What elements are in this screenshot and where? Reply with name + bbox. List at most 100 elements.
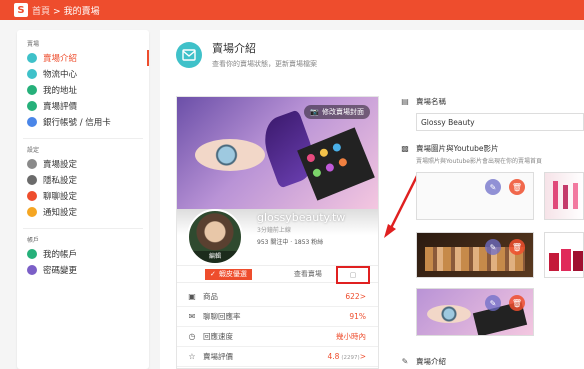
shop-intro-label: ✎ 賣場介紹 <box>400 356 446 367</box>
sidebar-item-privacy[interactable]: 隱私設定 <box>17 172 149 188</box>
top-bar: S 首頁 > 我的賣場 <box>0 0 584 20</box>
sidebar-divider <box>23 138 143 139</box>
sidebar-item-label: 聊聊設定 <box>43 192 78 202</box>
stat-value: 622> <box>345 292 366 301</box>
sidebar-item-address[interactable]: 我的地址 <box>17 82 149 98</box>
avatar[interactable]: 編輯 <box>187 209 243 265</box>
breadcrumb-current: 我的賣場 <box>63 6 100 17</box>
chevron-right-icon: > <box>359 292 366 301</box>
store-icon: ▤ <box>401 97 409 106</box>
avatar-edit-label[interactable]: 編輯 <box>189 251 241 263</box>
camera-icon: 📷 <box>310 108 319 116</box>
chat-icon <box>27 191 37 201</box>
shop-media-description: 賣場照片與Youtube影片會出現在你的賣場首頁 <box>416 158 542 165</box>
cover-eye-graphic <box>195 139 265 171</box>
sidebar-item-label: 賣場評價 <box>43 102 78 112</box>
stat-label: 賣場評價 <box>203 352 233 361</box>
sidebar-item-label: 通知設定 <box>43 208 78 218</box>
clock-icon: ◷ <box>188 332 196 341</box>
page-subtitle: 查看你的賣場狀態，更新賣場檔案 <box>212 60 317 68</box>
sidebar-item-bank[interactable]: 銀行帳號 / 信用卡 <box>17 114 149 130</box>
stat-number: 4.8 <box>327 352 340 361</box>
star-icon <box>27 101 37 111</box>
stat-row-response-speed: ◷ 回應速度 幾小時內 <box>177 327 378 347</box>
shop-intro-icon <box>176 41 202 68</box>
bell-icon <box>27 207 37 217</box>
media-thumbnail-lipstick-row[interactable] <box>544 232 584 278</box>
shop-followers: 953 關注中 · 1853 粉絲 <box>257 239 324 246</box>
view-shop-link[interactable]: 查看賣場 <box>294 269 322 279</box>
sidebar-item-shop-intro[interactable]: 賣場介紹 <box>17 50 149 66</box>
edit-media-button[interactable]: ✎ <box>485 179 501 195</box>
sidebar-group-account: 帳戶 <box>27 237 40 244</box>
media-thumbnail-palette[interactable]: ✎ 🗑 <box>416 232 534 278</box>
sidebar-item-logistics[interactable]: 物流中心 <box>17 66 149 82</box>
delete-media-button[interactable]: 🗑 <box>509 179 525 195</box>
media-thumbnail-empty[interactable]: ✎ 🗑 <box>416 172 534 220</box>
sidebar-item-label: 我的地址 <box>43 86 78 96</box>
preferred-badge: ✓ 蝦皮優選 <box>205 268 252 280</box>
sidebar: 賣場 賣場介紹 物流中心 我的地址 賣場評價 銀行帳號 / 信用卡 設定 賣場設… <box>17 30 149 369</box>
shop-form: ▤ 賣場名稱 Glossy Beauty ▩ 賣場圖片與Youtube影片 賣場照片… <box>400 96 584 165</box>
media-thumbnail-lipsticks[interactable] <box>544 172 584 220</box>
media-thumbnail-eye[interactable]: ✎ 🗑 <box>416 288 534 336</box>
sidebar-item-label: 銀行帳號 / 信用卡 <box>43 118 111 128</box>
shop-intro-label-text: 賣場介紹 <box>416 357 446 366</box>
sidebar-item-label: 密碼變更 <box>43 266 78 276</box>
stat-label: 商品 <box>203 292 218 301</box>
preview-device-button[interactable]: ▢ <box>336 266 370 284</box>
stat-label: 聊聊回應率 <box>203 312 241 321</box>
stat-number: 幾小時內 <box>336 332 366 341</box>
shopee-logo-icon[interactable]: S <box>14 3 28 17</box>
chevron-right-icon: > <box>359 352 366 361</box>
star-icon: ☆ <box>188 352 196 361</box>
sidebar-item-chat-settings[interactable]: 聊聊設定 <box>17 188 149 204</box>
shop-name: glossybeauty.tw <box>257 211 346 224</box>
sidebar-item-ratings[interactable]: 賣場評價 <box>17 98 149 114</box>
shop-cover-image: 📷 修改賣場封面 <box>177 97 378 209</box>
sidebar-item-password[interactable]: 密碼變更 <box>17 262 149 278</box>
stat-row-response-rate: ✉ 聊聊回應率 91% <box>177 307 378 327</box>
sidebar-divider <box>23 228 143 229</box>
shop-media-label: ▩ 賣場圖片與Youtube影片 <box>400 143 584 154</box>
stat-row-products[interactable]: ▣ 商品 622> <box>177 287 378 307</box>
page-header: 賣場介紹 查看你的賣場狀態，更新賣場檔案 <box>176 40 317 69</box>
breadcrumb-home[interactable]: 首頁 <box>32 7 50 17</box>
stat-value: 幾小時內 <box>336 331 366 342</box>
lock-icon <box>27 175 37 185</box>
truck-icon <box>27 69 37 79</box>
stat-row-rating[interactable]: ☆ 賣場評價 4.8 (2297)> <box>177 347 378 367</box>
sidebar-group-settings: 設定 <box>27 147 40 154</box>
edit-cover-label: 修改賣場封面 <box>322 108 364 116</box>
sidebar-item-my-account[interactable]: 我的帳戶 <box>17 246 149 262</box>
delete-media-button[interactable]: 🗑 <box>509 295 525 311</box>
pencil-icon: ✎ <box>401 357 409 366</box>
stat-number: 622 <box>345 292 360 301</box>
shop-icon <box>27 53 37 63</box>
delete-media-button[interactable]: 🗑 <box>509 239 525 255</box>
stat-value: 91% <box>349 312 366 321</box>
gear-icon <box>27 159 37 169</box>
preferred-label: 蝦皮優選 <box>218 270 247 278</box>
breadcrumb: 首頁 > 我的賣場 <box>32 4 100 17</box>
shop-name-label-text: 賣場名稱 <box>416 97 446 106</box>
monitor-icon: ▢ <box>349 271 357 279</box>
stat-label: 回應速度 <box>203 332 233 341</box>
stat-value: 4.8 (2297)> <box>327 352 366 361</box>
location-icon <box>27 85 37 95</box>
main-panel: 賣場介紹 查看你的賣場狀態，更新賣場檔案 📷 修改賣場封面 編輯 glossybe… <box>160 30 584 369</box>
shop-name-input[interactable]: Glossy Beauty <box>416 113 584 131</box>
sidebar-item-notifications[interactable]: 通知設定 <box>17 204 149 220</box>
sidebar-item-shop-settings[interactable]: 賣場設定 <box>17 156 149 172</box>
image-icon: ▩ <box>401 144 409 153</box>
user-icon <box>27 249 37 259</box>
edit-cover-button[interactable]: 📷 修改賣場封面 <box>304 105 370 119</box>
card-icon <box>27 117 37 127</box>
edit-media-button[interactable]: ✎ <box>485 295 501 311</box>
shop-name-label: ▤ 賣場名稱 <box>400 96 584 107</box>
stat-number: 91% <box>349 312 366 321</box>
box-icon: ▣ <box>188 292 196 301</box>
shop-preview-card: 📷 修改賣場封面 編輯 glossybeauty.tw 3分鐘前上線 953 關注… <box>176 96 379 369</box>
shop-actions-bar: ✓ 蝦皮優選 查看賣場 ▢ <box>177 265 378 284</box>
edit-media-button[interactable]: ✎ <box>485 239 501 255</box>
